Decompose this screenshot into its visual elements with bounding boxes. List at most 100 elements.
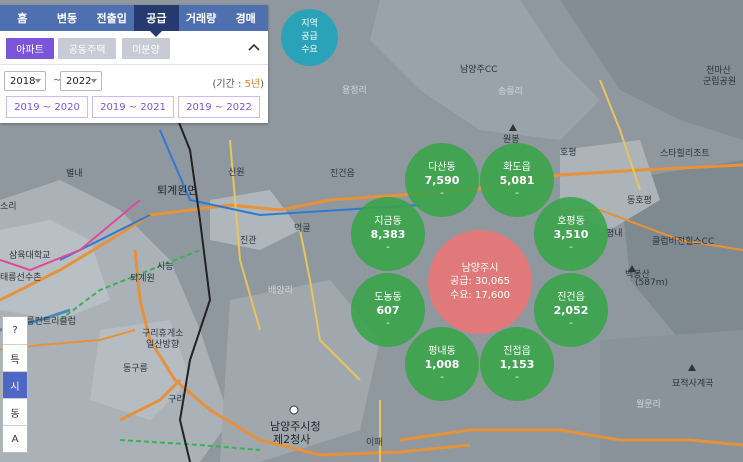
- district-name: 진접읍: [503, 345, 531, 357]
- district-value: 1,008: [424, 357, 460, 371]
- map-label-baegyangri: 배양리: [268, 286, 293, 296]
- map-label-mokgol: 먹골: [294, 224, 311, 234]
- region-supply-demand-button[interactable]: 지역 공급 수요: [281, 9, 338, 66]
- map-label-hopyeongdong: 동호평: [627, 196, 652, 206]
- map-label-yongjeongri: 용정리: [342, 86, 367, 96]
- district-name: 호평동: [557, 215, 585, 227]
- district-circle-jigeum[interactable]: 지금동 8,383 -: [351, 197, 425, 271]
- supply-label: 공급: [450, 275, 469, 287]
- collapse-chevron-up-icon[interactable]: [246, 39, 262, 55]
- demand-value: 17,600: [474, 289, 510, 301]
- level-apartment-button[interactable]: A: [3, 425, 27, 452]
- map-label-hopyeong: 호평: [560, 148, 577, 158]
- district-value: 7,590: [424, 173, 460, 187]
- level-special-button[interactable]: 특: [3, 344, 27, 371]
- map-label-imsa: 이패: [366, 438, 383, 448]
- district-value: 3,510: [553, 227, 589, 241]
- period-prefix: (기간 :: [212, 79, 245, 90]
- district-sub: -: [569, 241, 573, 253]
- district-name: 화도읍: [503, 161, 531, 173]
- city-name: 남양주시: [461, 262, 499, 274]
- map-label-toegyewonmyeon: 퇴계원면: [157, 184, 198, 197]
- period-value: 5년: [244, 79, 261, 90]
- map-label-clubmillenium: 클럽비전힐스CC: [652, 237, 715, 247]
- range-button-2019-2021[interactable]: 2019 ~ 2021: [92, 96, 174, 118]
- city-supply: 공급: 30,065: [450, 275, 510, 287]
- district-circle-dasan[interactable]: 다산동 7,590 -: [405, 143, 479, 217]
- district-name: 도농동: [374, 291, 402, 303]
- district-name: 진건읍: [557, 291, 585, 303]
- level-dong-button[interactable]: 동: [3, 398, 27, 425]
- district-value: 5,081: [499, 173, 535, 187]
- map-label-baekbongsan-h: (587m): [635, 278, 668, 288]
- district-circle-jinjeop[interactable]: 진접읍 1,153 -: [480, 327, 554, 401]
- district-sub: -: [569, 317, 573, 329]
- district-circle-jingeon[interactable]: 진건읍 2,052 -: [534, 273, 608, 347]
- year-to-value: 2022: [66, 75, 92, 87]
- district-value: 2,052: [553, 303, 589, 317]
- map-label-pyeongnae: 평내: [606, 229, 623, 239]
- region-bubble-line1: 지역: [301, 19, 318, 29]
- level-city-button[interactable]: 시: [3, 371, 27, 398]
- map-label-sinwon: 신원: [228, 168, 245, 178]
- map-label-gunlipgongwon: 군립공원: [703, 77, 737, 87]
- district-name: 다산동: [428, 161, 456, 173]
- period-text: (기간 : 5년): [213, 75, 265, 90]
- supply-value: 30,065: [474, 275, 510, 287]
- district-value: 1,153: [499, 357, 535, 371]
- help-button[interactable]: ?: [3, 317, 27, 344]
- tab-volume[interactable]: 거래량: [179, 5, 224, 31]
- range-button-2019-2022[interactable]: 2019 ~ 2022: [178, 96, 260, 118]
- tab-home[interactable]: 홈: [0, 5, 45, 31]
- chevron-down-icon: [35, 79, 41, 83]
- tab-migration[interactable]: 전출입: [89, 5, 134, 31]
- map-label-jingwan: 진관: [240, 236, 257, 246]
- map-label-sareung: 사능: [157, 262, 174, 272]
- year-to-select[interactable]: 2022: [60, 71, 102, 91]
- level-controls: ? 특 시 동 A: [2, 316, 28, 453]
- district-value: 8,383: [370, 227, 406, 241]
- year-from-value: 2018: [10, 75, 36, 87]
- district-circle-donong[interactable]: 도농동 607 -: [351, 273, 425, 347]
- district-value: 607: [376, 303, 400, 317]
- district-circle-hwado[interactable]: 화도읍 5,081 -: [480, 143, 554, 217]
- district-circle-hopyeong[interactable]: 호평동 3,510 -: [534, 197, 608, 271]
- map-label-songneungri: 송릉리: [498, 87, 523, 97]
- region-bubble-line3: 수요: [301, 45, 318, 55]
- tab-auction[interactable]: 경매: [223, 5, 268, 31]
- unsold-button[interactable]: 미분양: [122, 38, 170, 59]
- tab-supply[interactable]: 공급: [134, 5, 179, 37]
- map-label-jingeoneup: 진건읍: [330, 169, 355, 179]
- period-suffix: ): [260, 79, 264, 90]
- type-row: 아파트 공동주택 미분양: [0, 31, 268, 65]
- map-label-sasori: 소리: [0, 202, 17, 212]
- map-label-yomilsahwe: 묘적사계곡: [672, 379, 714, 389]
- district-name: 평내동: [428, 345, 456, 357]
- district-sub: -: [440, 187, 444, 199]
- district-circle-pyeongnae[interactable]: 평내동 1,008 -: [405, 327, 479, 401]
- public-housing-button[interactable]: 공동주택: [58, 38, 116, 59]
- district-sub: -: [386, 317, 390, 329]
- city-demand: 수요: 17,600: [450, 289, 510, 301]
- main-tabs: 홈 변동 전출입 공급 거래량 경매: [0, 5, 268, 37]
- district-sub: -: [515, 187, 519, 199]
- district-sub: -: [515, 371, 519, 383]
- map-label-ilsanbang: 일산방향: [146, 340, 180, 350]
- district-name: 지금동: [374, 215, 402, 227]
- year-from-select[interactable]: 2018: [4, 71, 46, 91]
- map-label-namyangcc: 남양주CC: [460, 65, 498, 75]
- chevron-down-icon: [91, 79, 97, 83]
- year-row: 2018 ~ 2022 (기간 : 5년): [0, 65, 268, 95]
- city-circle-namyangju[interactable]: 남양주시 공급: 30,065 수요: 17,600: [428, 230, 532, 334]
- map-label-guri: 구리: [168, 395, 185, 405]
- demand-label: 수요: [450, 289, 469, 301]
- district-sub: -: [440, 371, 444, 383]
- range-button-2019-2020[interactable]: 2019 ~ 2020: [6, 96, 88, 118]
- region-bubble-line2: 공급: [301, 32, 318, 42]
- district-sub: -: [386, 241, 390, 253]
- apartment-button[interactable]: 아파트: [6, 38, 54, 59]
- map-label-donggureung: 동구릉: [123, 364, 148, 374]
- tab-change[interactable]: 변동: [45, 5, 90, 31]
- map-label-stareski: 스타힐리조트: [660, 149, 710, 159]
- map-label-sameum: 삼육대학교: [9, 251, 51, 261]
